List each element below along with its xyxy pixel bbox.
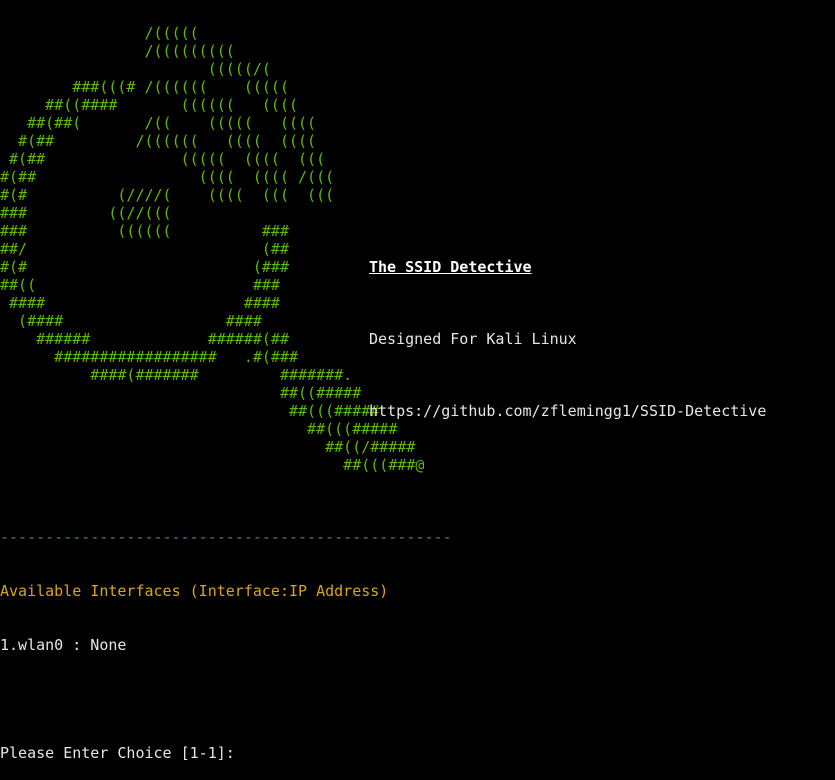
art-line: #(# (////( (((( ((( ((( [0,186,335,204]
interfaces-heading: Available Interfaces (Interface:IP Addre… [0,582,389,600]
art-line: /((((( [0,24,199,42]
art-line: ##(((###@ [0,456,425,474]
app-title: The SSID Detective [369,258,532,276]
repo-url[interactable]: https://github.com/zflemingg1/SSID-Detec… [369,402,766,420]
art-line: #(## (((( (((( /((( [0,168,335,186]
art-line: ### ((//((( [0,204,172,222]
art-line: ##(##( /(( ((((( (((( [0,114,317,132]
art-line: #(## ((((( (((( ((( [0,150,326,168]
art-line: (((((/( [0,60,271,78]
choice-prompt[interactable]: Please Enter Choice [1-1]: [0,744,452,762]
choice-input[interactable] [235,746,249,762]
interface-menu: ----------------------------------------… [0,492,452,780]
interface-item: 1.wlan0 : None [0,636,127,654]
art-line: ##((#### (((((( (((( [0,96,299,114]
divider-line: ----------------------------------------… [0,528,452,546]
art-line: ###(((# /(((((( ((((( [0,78,289,96]
app-subtitle: Designed For Kali Linux [369,330,577,348]
banner-info: The SSID Detective Designed For Kali Lin… [369,222,766,456]
choice-prompt-label: Please Enter Choice [1-1]: [0,744,235,762]
art-line: #(## /(((((( (((( (((( [0,132,317,150]
art-line: /((((((((( [0,42,235,60]
